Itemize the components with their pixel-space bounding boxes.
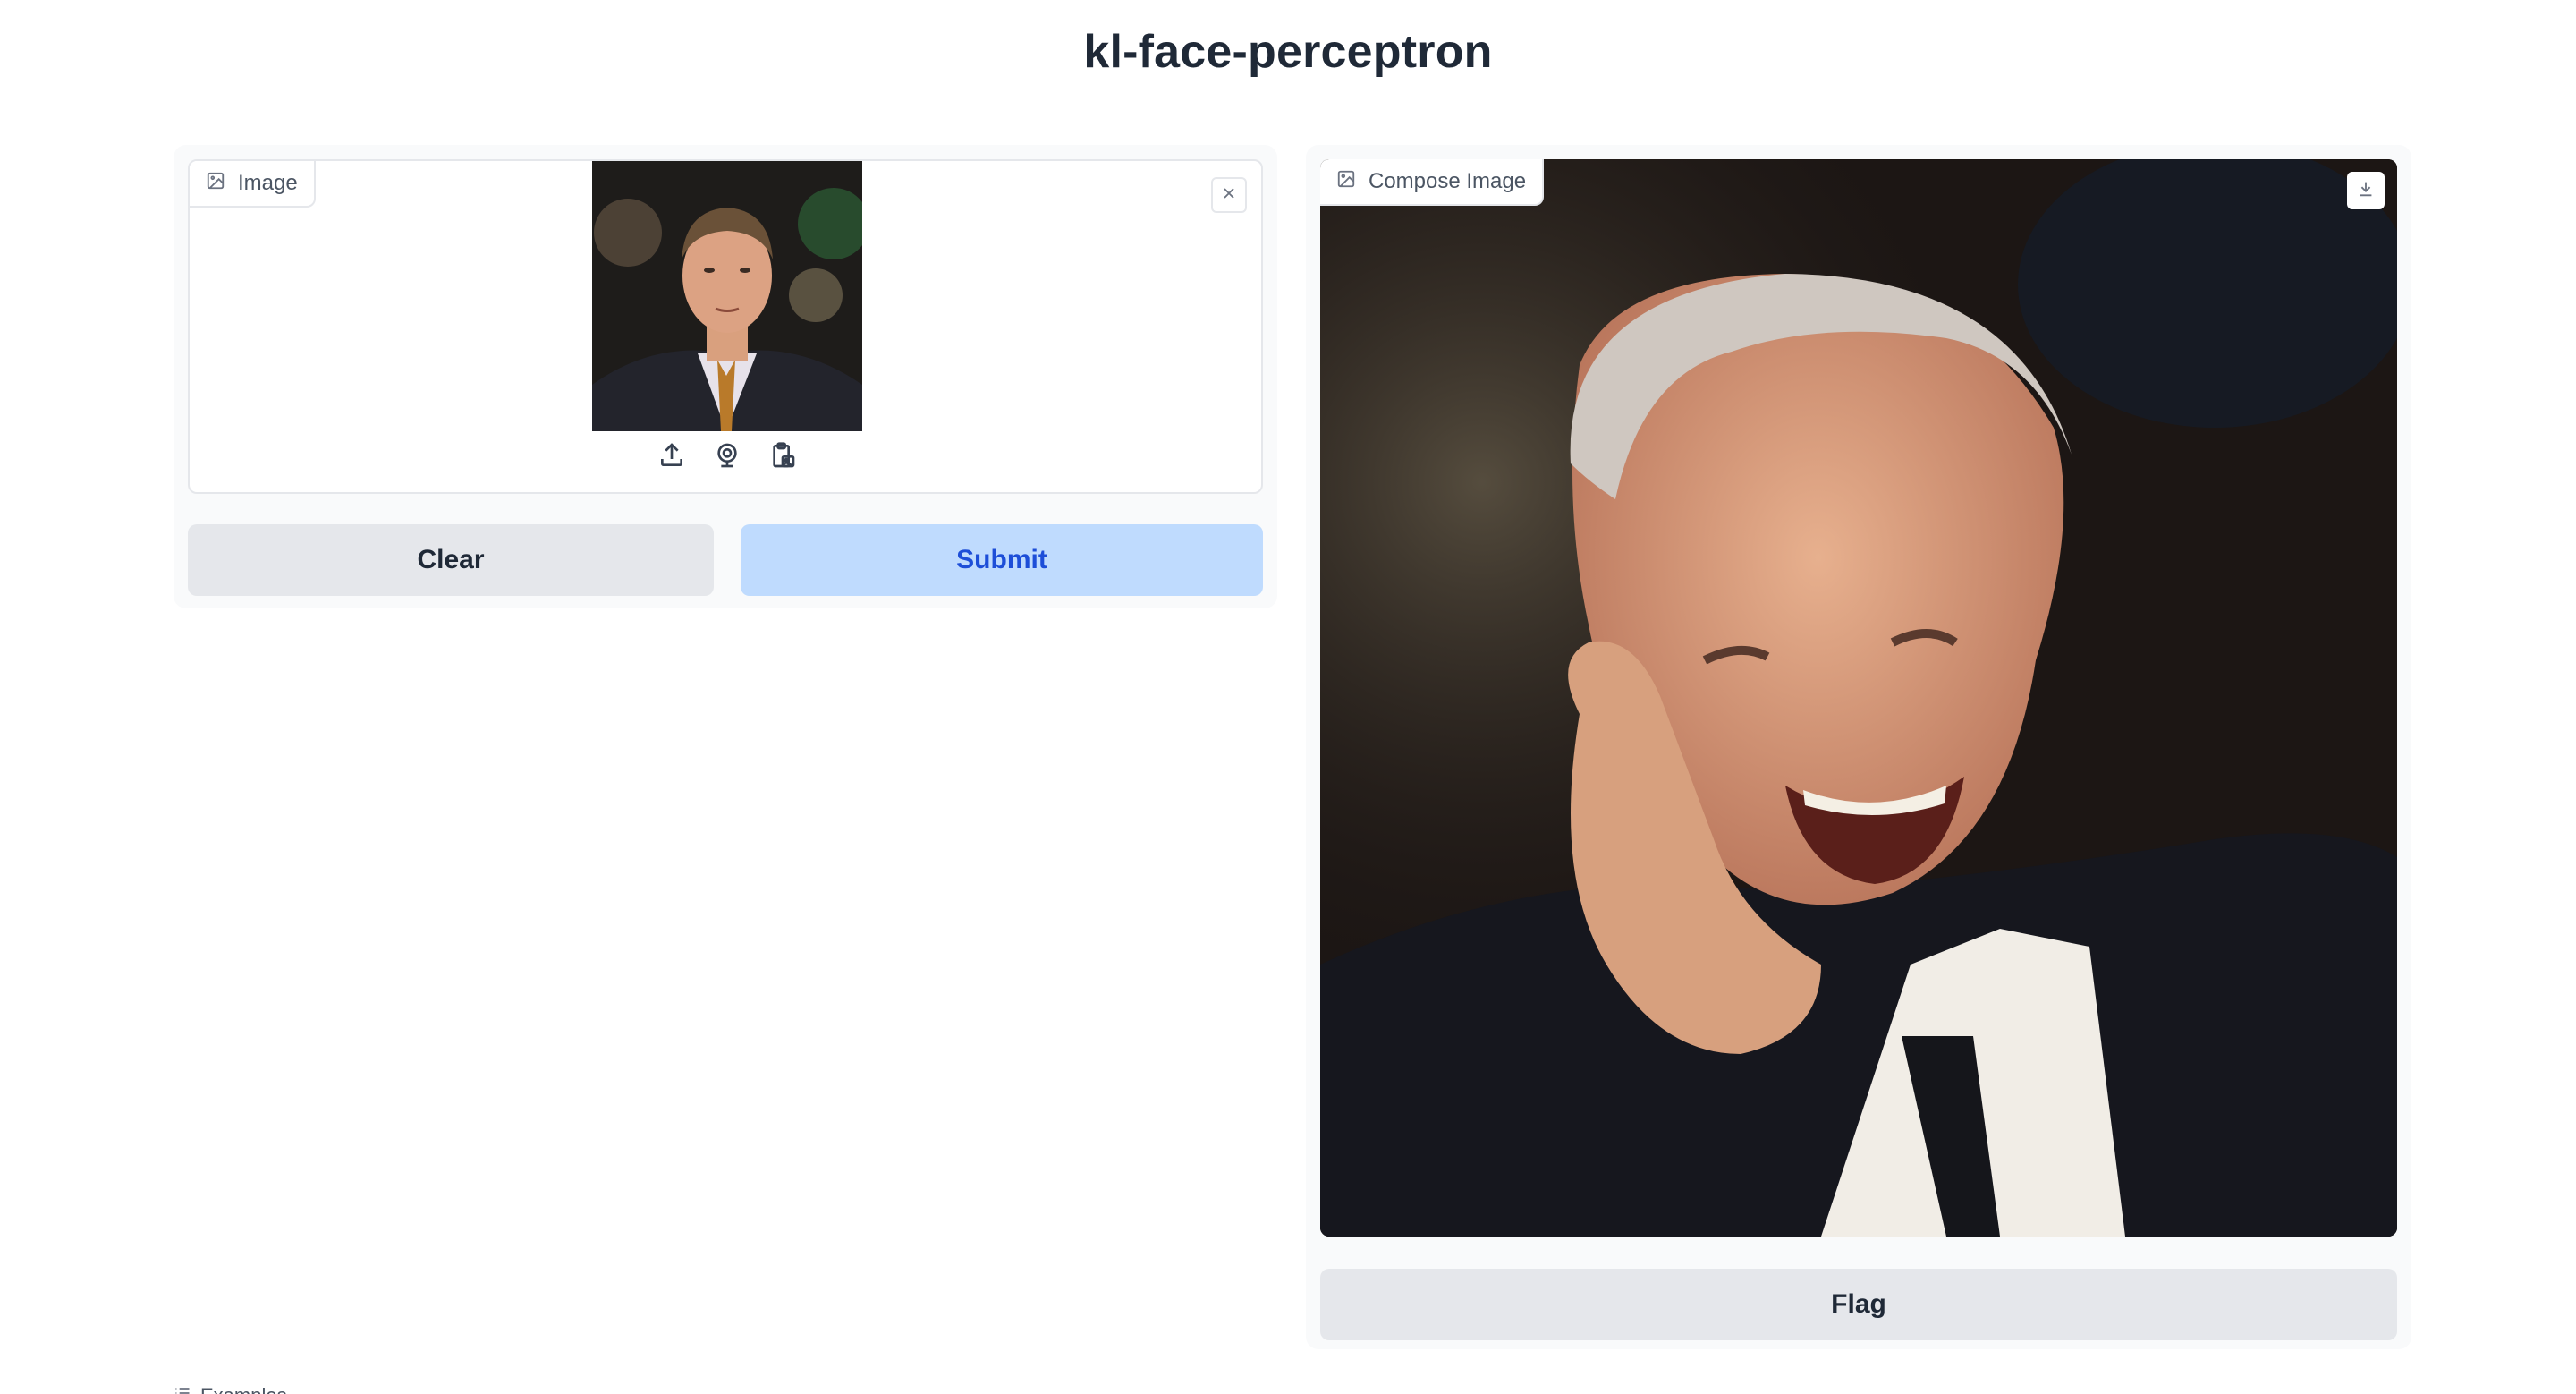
image-icon bbox=[206, 171, 225, 197]
input-image-preview bbox=[592, 161, 862, 431]
clipboard-source-button[interactable] bbox=[765, 439, 801, 475]
submit-button[interactable]: Submit bbox=[741, 524, 1263, 596]
image-icon bbox=[1336, 169, 1356, 195]
remove-image-button[interactable] bbox=[1211, 177, 1247, 213]
examples-label: Examples bbox=[200, 1384, 287, 1394]
output-image bbox=[1320, 159, 2397, 1237]
app-page: kl-face-perceptron Image Clear Submit Co… bbox=[0, 0, 2576, 1394]
page-title: kl-face-perceptron bbox=[1083, 26, 1493, 78]
image-source-selector bbox=[190, 435, 1261, 480]
webcam-icon bbox=[713, 441, 741, 474]
list-icon bbox=[174, 1384, 191, 1394]
compose-image-label: Compose Image bbox=[1320, 159, 1545, 206]
webcam-source-button[interactable] bbox=[709, 439, 745, 475]
image-input[interactable]: Image bbox=[188, 159, 1263, 494]
close-icon bbox=[1220, 184, 1238, 207]
image-input-label: Image bbox=[190, 161, 316, 208]
upload-icon bbox=[657, 441, 686, 474]
image-label-text: Image bbox=[238, 171, 298, 195]
clipboard-icon bbox=[768, 441, 797, 474]
download-button[interactable] bbox=[2347, 172, 2385, 209]
download-icon bbox=[2356, 179, 2376, 203]
input-panel: Image Clear Submit bbox=[174, 145, 1277, 608]
upload-source-button[interactable] bbox=[654, 439, 690, 475]
compose-image-output: Compose Image bbox=[1320, 159, 2397, 1237]
output-panel: Compose Image Flag bbox=[1306, 145, 2411, 1349]
flag-button[interactable]: Flag bbox=[1320, 1269, 2397, 1340]
clear-button[interactable]: Clear bbox=[188, 524, 714, 596]
compose-label-text: Compose Image bbox=[1368, 169, 1527, 193]
examples-header[interactable]: Examples bbox=[174, 1384, 287, 1394]
